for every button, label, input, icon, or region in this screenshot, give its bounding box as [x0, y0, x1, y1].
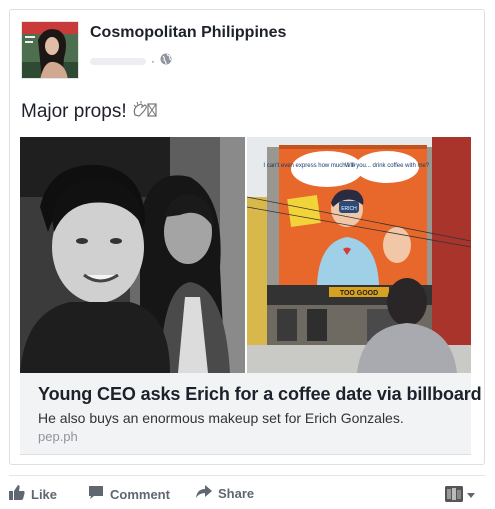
like-button[interactable]: Like — [9, 485, 57, 503]
billboard-bubble-right: Will you... drink coffee with me? — [345, 163, 430, 169]
link-title[interactable]: Young CEO asks Erich for a coffee date v… — [38, 384, 482, 405]
share-label: Share — [218, 486, 255, 501]
timestamp-placeholder[interactable] — [90, 57, 146, 65]
link-domain: pep.ph — [38, 429, 78, 444]
comment-bubble-icon — [88, 485, 104, 503]
post-card: Cosmopolitan Philippines · Major props! — [9, 9, 485, 465]
comment-label: Comment — [110, 486, 170, 502]
clapping-hands-icon — [131, 101, 157, 125]
post-meta: · — [90, 52, 172, 70]
post-actions-bar: Like Comment Share — [9, 475, 485, 507]
link-image-left[interactable] — [20, 137, 245, 373]
post-text: Major props! — [21, 101, 127, 122]
page-avatar[interactable] — [21, 21, 79, 79]
share-button[interactable]: Share — [196, 485, 254, 502]
share-arrow-icon — [196, 485, 212, 502]
comment-button[interactable]: Comment — [88, 485, 170, 503]
page-avatar-thumbnail — [445, 486, 463, 502]
billboard-cup-label: ERICH — [341, 206, 357, 212]
storefront-sign: TOO GOOD — [340, 290, 378, 297]
post-message: Major props! — [21, 101, 157, 125]
link-preview[interactable]: Young CEO asks Erich for a coffee date v… — [20, 373, 482, 455]
link-image-right[interactable]: I can't even express how much I like you… — [247, 137, 471, 373]
thumbs-up-icon — [9, 485, 25, 503]
caret-down-icon — [467, 485, 475, 503]
reaction-picker[interactable] — [445, 485, 475, 503]
meta-separator: · — [151, 54, 155, 68]
link-description: He also buys an enormous makeup set for … — [38, 410, 404, 426]
page-name-link[interactable]: Cosmopolitan Philippines — [90, 24, 286, 42]
globe-icon — [160, 52, 172, 70]
like-label: Like — [31, 486, 58, 502]
